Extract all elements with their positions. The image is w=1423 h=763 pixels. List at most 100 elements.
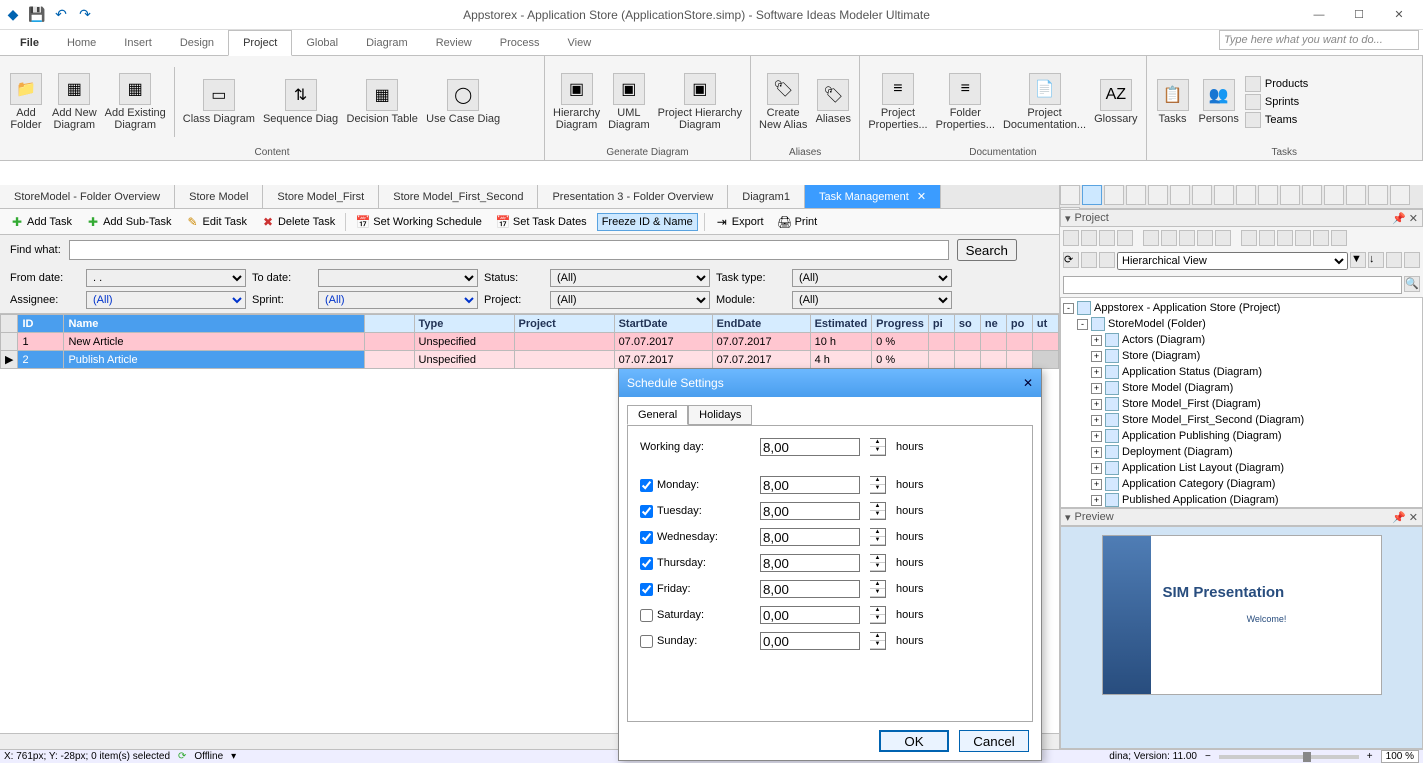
menu-diagram[interactable]: Diagram <box>352 30 422 55</box>
dialog-title-bar[interactable]: Schedule Settings ✕ <box>619 369 1041 397</box>
project-hierarchy-button[interactable]: ▣Project Hierarchy Diagram <box>654 71 746 133</box>
col-end[interactable]: EndDate <box>712 315 810 333</box>
side-icon[interactable] <box>1280 185 1300 205</box>
decision-table-button[interactable]: ▦Decision Table <box>342 77 422 127</box>
col-pi[interactable]: pi <box>928 315 954 333</box>
ptool-icon[interactable] <box>1179 230 1195 246</box>
side-icon[interactable] <box>1324 185 1344 205</box>
chevron-down-icon[interactable]: ▾ <box>1065 511 1071 524</box>
close-tab-icon[interactable]: ✕ <box>917 190 926 203</box>
ok-button[interactable]: OK <box>879 730 949 752</box>
pin-icon[interactable]: 📌 <box>1392 212 1406 225</box>
ptool-icon[interactable] <box>1117 230 1133 246</box>
ptool-icon[interactable] <box>1259 230 1275 246</box>
tab-diagram1[interactable]: Diagram1 <box>728 185 805 208</box>
tree-item[interactable]: +Application Category (Diagram) <box>1063 476 1420 492</box>
sprint-select[interactable]: (All) <box>318 291 478 309</box>
ptool-icon[interactable] <box>1099 252 1115 268</box>
ptool-icon[interactable] <box>1313 230 1329 246</box>
hierarchy-diagram-button[interactable]: ▣Hierarchy Diagram <box>549 71 604 133</box>
from-date-select[interactable]: . . <box>86 269 246 287</box>
tab-store-model-first-second[interactable]: Store Model_First_Second <box>379 185 538 208</box>
ptool-icon[interactable] <box>1197 230 1213 246</box>
col-blank[interactable] <box>364 315 414 333</box>
col-name[interactable]: Name <box>64 315 364 333</box>
ptool-icon[interactable] <box>1099 230 1115 246</box>
module-select[interactable]: (All) <box>792 291 952 309</box>
tree-item[interactable]: -Appstorex - Application Store (Project) <box>1063 300 1420 316</box>
ptool-icon[interactable] <box>1081 252 1097 268</box>
minimize-button[interactable]: — <box>1299 1 1339 29</box>
to-date-select[interactable] <box>318 269 478 287</box>
col-prog[interactable]: Progress <box>872 315 929 333</box>
zoom-slider[interactable] <box>1219 755 1359 759</box>
spinner[interactable]: ▲▼ <box>870 606 886 624</box>
zoom-out-icon[interactable]: − <box>1205 751 1211 762</box>
delete-task-button[interactable]: ✖Delete Task <box>257 213 339 231</box>
day-checkbox[interactable] <box>640 609 653 622</box>
use-case-diag-button[interactable]: ◯Use Case Diag <box>422 77 504 127</box>
side-icon[interactable] <box>1082 185 1102 205</box>
dialog-close-button[interactable]: ✕ <box>1023 376 1033 390</box>
close-panel-icon[interactable]: ✕ <box>1409 511 1418 524</box>
expand-icon[interactable]: + <box>1091 367 1102 378</box>
sync-icon[interactable]: ⟳ <box>178 751 186 762</box>
side-icon[interactable] <box>1126 185 1146 205</box>
tree-item[interactable]: +Application Publishing (Diagram) <box>1063 428 1420 444</box>
col-ut[interactable]: ut <box>1032 315 1058 333</box>
zoom-in-icon[interactable]: + <box>1367 751 1373 762</box>
day-checkbox[interactable] <box>640 531 653 544</box>
search-button[interactable]: Search <box>957 239 1017 261</box>
col-po[interactable]: po <box>1006 315 1032 333</box>
edit-task-button[interactable]: ✎Edit Task <box>182 213 251 231</box>
expand-icon[interactable]: + <box>1091 351 1102 362</box>
col-est[interactable]: Estimated <box>810 315 872 333</box>
status-select[interactable]: (All) <box>550 269 710 287</box>
day-checkbox[interactable] <box>640 635 653 648</box>
side-icon[interactable] <box>1148 185 1168 205</box>
project-select[interactable]: (All) <box>550 291 710 309</box>
sprints-button[interactable]: Sprints <box>1245 94 1308 110</box>
zoom-thumb[interactable] <box>1303 752 1311 762</box>
side-icon[interactable] <box>1192 185 1212 205</box>
project-documentation-button[interactable]: 📄Project Documentation... <box>999 71 1090 133</box>
refresh-icon[interactable]: ⟳ <box>1063 252 1079 268</box>
maximize-button[interactable]: ☐ <box>1339 1 1379 29</box>
side-icon[interactable] <box>1258 185 1278 205</box>
side-icon[interactable] <box>1214 185 1234 205</box>
spinner[interactable]: ▲▼ <box>870 632 886 650</box>
spinner[interactable]: ▲▼ <box>870 580 886 598</box>
ptool-icon[interactable] <box>1386 252 1402 268</box>
ptool-icon[interactable] <box>1081 230 1097 246</box>
spinner[interactable]: ▲▼ <box>870 554 886 572</box>
tree-item[interactable]: +Published Application (Diagram) <box>1063 492 1420 508</box>
day-checkbox[interactable] <box>640 479 653 492</box>
side-icon[interactable] <box>1170 185 1190 205</box>
day-checkbox[interactable] <box>640 505 653 518</box>
search-icon[interactable]: 🔍 <box>1404 276 1420 292</box>
sequence-diag-button[interactable]: ⇅Sequence Diag <box>259 77 342 127</box>
create-new-alias-button[interactable]: 🏷Create New Alias <box>755 71 811 133</box>
menu-insert[interactable]: Insert <box>110 30 166 55</box>
redo-icon[interactable]: ↷ <box>76 6 94 24</box>
menu-project[interactable]: Project <box>228 30 292 56</box>
class-diagram-button[interactable]: ▭Class Diagram <box>179 77 259 127</box>
tree-item[interactable]: +Deployment (Diagram) <box>1063 444 1420 460</box>
expand-icon[interactable]: + <box>1091 431 1102 442</box>
project-search-input[interactable] <box>1063 276 1402 294</box>
undo-icon[interactable]: ↶ <box>52 6 70 24</box>
side-icon[interactable] <box>1302 185 1322 205</box>
tree-item[interactable]: +Store (Diagram) <box>1063 348 1420 364</box>
menu-home[interactable]: Home <box>53 30 110 55</box>
add-existing-diagram-button[interactable]: ▦Add Existing Diagram <box>101 71 170 133</box>
add-task-button[interactable]: ✚Add Task <box>6 213 76 231</box>
persons-button[interactable]: 👥Persons <box>1195 77 1243 127</box>
find-input[interactable] <box>69 240 949 260</box>
side-icon[interactable] <box>1236 185 1256 205</box>
export-button[interactable]: ⇥Export <box>711 213 768 231</box>
add-folder-button[interactable]: 📁Add Folder <box>4 71 48 133</box>
spinner[interactable]: ▲▼ <box>870 476 886 494</box>
col-ne[interactable]: ne <box>980 315 1006 333</box>
tab-holidays[interactable]: Holidays <box>688 405 752 425</box>
set-task-dates-button[interactable]: 📅Set Task Dates <box>492 213 591 231</box>
